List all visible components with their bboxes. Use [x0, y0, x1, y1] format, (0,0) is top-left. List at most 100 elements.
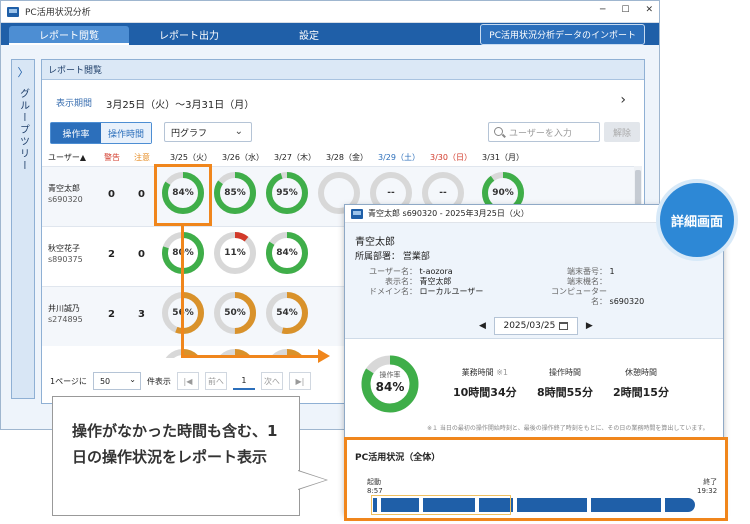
- donut-label: 84%: [276, 248, 298, 258]
- pager: 1ページに 50 ⌄ 件表示 |◀ 前へ 1 次へ ▶|: [50, 372, 311, 390]
- rate-donut[interactable]: 54%: [263, 289, 311, 337]
- rate-donut[interactable]: 84%: [263, 229, 311, 277]
- app-icon: [7, 6, 19, 17]
- sidebar-toggle-icon[interactable]: 〉: [18, 64, 29, 80]
- overview-title: PC活用状況（全体）: [355, 453, 441, 463]
- date-header: 3/31（月）: [482, 153, 524, 162]
- minimize-icon[interactable]: ─: [600, 5, 605, 15]
- timeline-highlight: [371, 495, 511, 515]
- group-tree-sidebar: 〉 グループツリー: [11, 59, 35, 399]
- scroll-thumb[interactable]: [635, 170, 641, 206]
- start-time: 起動 8:57: [367, 478, 383, 495]
- note-header: 注意: [134, 153, 150, 162]
- note-count: 0: [138, 189, 145, 200]
- last-page-button[interactable]: ▶|: [288, 372, 311, 390]
- view-tabs: 操作率 操作時間: [50, 122, 152, 144]
- detail-rate-label: 操作率 84%: [375, 371, 405, 394]
- chart-type-select[interactable]: 円グラフ ⌄: [164, 122, 252, 142]
- sidebar-label[interactable]: グループツリー: [16, 88, 31, 172]
- next-page-button[interactable]: 次へ: [260, 372, 283, 390]
- per-page-suffix: 件表示: [146, 376, 171, 386]
- per-page-prefix: 1ページに: [50, 376, 87, 386]
- activity-segment: [517, 498, 587, 512]
- donut-label: 95%: [276, 188, 298, 198]
- arrow-head-icon: [318, 349, 330, 363]
- menu-report-view[interactable]: レポート閲覧: [9, 26, 129, 45]
- terminal-fields: 端末番号： 1 端末機名： コンピューター名： s690320: [551, 267, 645, 306]
- note-count: 0: [138, 249, 145, 260]
- tab-operation-time[interactable]: 操作時間: [101, 123, 151, 143]
- date-picker[interactable]: 2025/03/25: [493, 317, 578, 335]
- donut-label: 54%: [276, 308, 298, 318]
- detail-screen-badge: 詳細画面: [656, 179, 738, 261]
- close-icon[interactable]: ✕: [645, 5, 653, 15]
- user-header[interactable]: ユーザー▲: [48, 152, 86, 163]
- date-header: 3/29（土）: [378, 153, 420, 162]
- note-count: 3: [138, 309, 145, 320]
- window-controls: ─ ☐ ✕: [600, 5, 653, 15]
- current-page[interactable]: 1: [232, 372, 255, 390]
- next-day-icon[interactable]: ▶: [586, 321, 593, 331]
- maximize-icon[interactable]: ☐: [621, 5, 629, 15]
- arrow-line: [181, 355, 321, 358]
- date-navigator: ◀ 2025/03/25 ▶: [479, 317, 593, 335]
- arrow-line: [181, 226, 184, 358]
- chevron-down-icon: ⌄: [234, 126, 243, 137]
- tab-operation-rate[interactable]: 操作率: [51, 123, 101, 143]
- app-icon: [351, 208, 363, 219]
- warn-count: 2: [108, 309, 115, 320]
- table-header: ユーザー▲ 警告 注意 3/25（火） 3/26（水） 3/27（木） 3/28…: [42, 152, 642, 166]
- user-search-input[interactable]: ユーザーを入力: [488, 122, 600, 142]
- prev-day-icon[interactable]: ◀: [479, 321, 486, 331]
- user-fields: ユーザー名： t-aozora 表示名： 青空太郎 ドメイン名： ローカルユーザ…: [369, 267, 484, 296]
- overview-panel: PC活用状況（全体） 起動 8:57 終了 19:32: [344, 437, 728, 521]
- title-bar: PC活用状況分析 ─ ☐ ✕: [1, 1, 659, 23]
- per-page-select[interactable]: 50 ⌄: [92, 372, 141, 390]
- search-icon: [494, 127, 503, 136]
- warn-count: 2: [108, 249, 115, 260]
- date-header: 3/25（火）: [170, 153, 212, 162]
- rest-time-stat: 休憩時間 2時間15分: [613, 368, 669, 399]
- search-placeholder: ユーザーを入力: [509, 128, 572, 139]
- rate-donut[interactable]: 85%: [211, 169, 259, 217]
- import-button[interactable]: PC活用状況分析データのインポート: [480, 23, 645, 45]
- user-name-cell: 青空太郎 s690320: [48, 184, 83, 204]
- menu-bar: レポート閲覧 レポート出力 設定 PC活用状況分析データのインポート: [1, 23, 659, 45]
- user-name-cell: 秋空花子 s890375: [48, 244, 83, 264]
- calendar-icon: [559, 322, 569, 330]
- selected-cell-highlight: [154, 164, 212, 226]
- chart-type-value: 円グラフ: [171, 128, 208, 139]
- activity-segment: [665, 498, 695, 512]
- first-page-button[interactable]: |◀: [176, 372, 199, 390]
- date-header: 3/27（木）: [274, 153, 316, 162]
- menu-settings[interactable]: 設定: [249, 23, 369, 45]
- next-period-icon[interactable]: ›: [620, 92, 626, 108]
- prev-page-button[interactable]: 前へ: [204, 372, 227, 390]
- window-title: PC活用状況分析: [25, 8, 91, 18]
- rate-donut[interactable]: 11%: [211, 229, 259, 277]
- period: 表示期間 3月25日（火）～3月31日（月）: [56, 96, 254, 111]
- warn-count: 0: [108, 189, 115, 200]
- rate-donut[interactable]: 50%: [211, 289, 259, 337]
- chevron-down-icon: ⌄: [129, 375, 136, 384]
- clear-button[interactable]: 解除: [604, 122, 640, 142]
- warn-header: 警告: [104, 153, 120, 162]
- panel-title: レポート閲覧: [42, 60, 644, 80]
- callout-tail: [298, 471, 326, 489]
- activity-segment: [591, 498, 661, 512]
- date-header: 3/28（金）: [326, 153, 368, 162]
- user-name-cell: 井川誠乃 s274895: [48, 304, 83, 324]
- callout-text: 操作がなかった時間も含む、1日の操作状況をレポート表示: [72, 422, 278, 466]
- period-label: 表示期間: [56, 99, 93, 109]
- donut-label: 85%: [224, 188, 246, 198]
- rate-donut[interactable]: 95%: [263, 169, 311, 217]
- period-value: 3月25日（火）～3月31日（月）: [106, 100, 255, 111]
- menu-report-output[interactable]: レポート出力: [129, 23, 249, 45]
- detail-user-name: 青空太郎: [355, 237, 395, 248]
- footnote: ※１ 当日の最初の操作開始時刻と、最後の操作終了時刻をもとに、その日の業務時間を…: [427, 425, 709, 432]
- detail-dept: 所属部署： 営業部: [355, 252, 430, 262]
- end-time: 終了 19:32: [697, 478, 718, 495]
- operation-time-stat: 操作時間 8時間55分: [537, 368, 593, 399]
- date-header: 3/26（水）: [222, 153, 264, 162]
- date-header: 3/30（日）: [430, 153, 472, 162]
